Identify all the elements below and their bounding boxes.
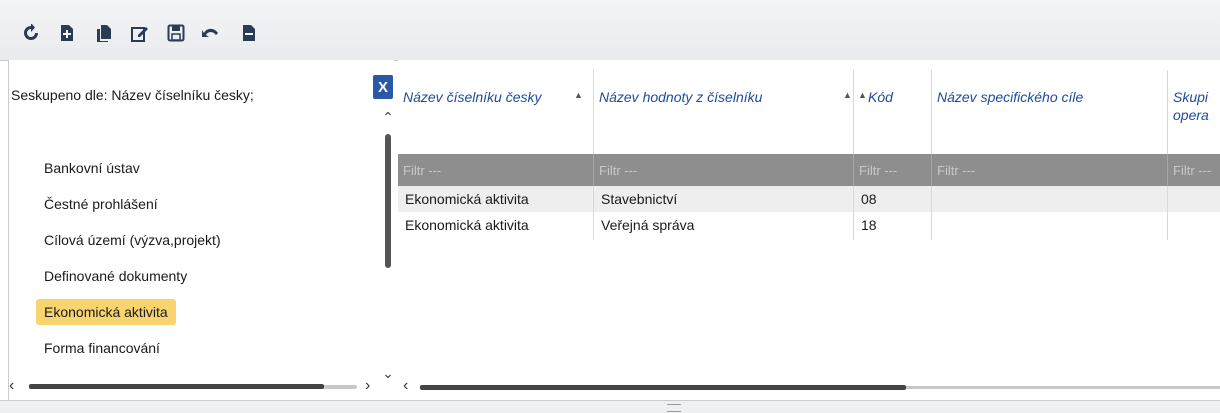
edit-icon[interactable] (130, 22, 150, 44)
horizontal-scrollbar-grid[interactable]: ‹ (398, 376, 1220, 396)
column-filter-input[interactable] (854, 154, 931, 186)
sort-ascending-icon: ▲ (843, 90, 852, 100)
column-filter-input[interactable] (932, 154, 1167, 186)
filter-cell (398, 154, 594, 186)
grouping-panel: Seskupeno dle: Název číselníku česky; X … (8, 60, 394, 400)
grouping-label: Seskupeno dle: Název číselníku česky; (11, 87, 254, 103)
column-filter-input[interactable] (398, 154, 593, 186)
column-header-label: Skupi opera (1173, 89, 1209, 123)
column-filter-input[interactable] (594, 154, 853, 186)
column-header[interactable]: Skupi opera (1168, 70, 1220, 154)
table-cell: Ekonomická aktivita (398, 212, 594, 240)
table-cell (1168, 186, 1220, 212)
chevron-left-icon[interactable]: ‹ (9, 376, 14, 396)
column-header-label: Název hodnoty z číselníku (599, 89, 763, 105)
data-grid: Název číselníku česky ▲ Název hodnoty z čí… (398, 60, 1220, 400)
chevron-right-icon[interactable]: › (365, 376, 370, 396)
table-row[interactable]: Ekonomická aktivita Stavebnictví 08 (398, 186, 1220, 212)
status-bar (0, 400, 1220, 413)
toolbar (0, 0, 1220, 61)
refresh-icon[interactable] (21, 22, 41, 44)
sort-ascending-icon: ▲ (858, 90, 867, 100)
table-cell: 08 (854, 186, 932, 212)
horizontal-scrollbar-left[interactable]: ‹ › (9, 376, 384, 396)
table-cell: Ekonomická aktivita (398, 186, 594, 212)
grid-header: Název číselníku česky ▲ Název hodnoty z čí… (398, 70, 1220, 154)
column-header[interactable]: Kód ▲ (854, 70, 932, 154)
table-cell: 18 (854, 212, 932, 240)
delete-icon[interactable] (239, 22, 259, 44)
filter-cell (854, 154, 932, 186)
chevron-left-icon[interactable]: ‹ (403, 376, 408, 396)
scroll-thumb[interactable] (420, 385, 906, 390)
table-cell (932, 186, 1168, 212)
table-cell: Veřejná správa (594, 212, 854, 240)
list-item[interactable]: Bankovní ústav (36, 155, 148, 181)
list-item[interactable]: Ekonomická aktivita (36, 299, 176, 325)
table-cell (932, 212, 1168, 240)
list-item[interactable]: Čestné prohlášení (36, 191, 166, 217)
chevron-up-icon[interactable]: ⌃ (381, 110, 395, 124)
column-header[interactable]: Název hodnoty z číselníku ▲ (594, 70, 854, 154)
list-item[interactable]: Cílová území (výzva,projekt) (36, 227, 229, 253)
table-row[interactable]: Ekonomická aktivita Veřejná správa 18 (398, 212, 1220, 240)
copy-icon[interactable] (94, 22, 114, 44)
scroll-thumb[interactable] (29, 384, 324, 389)
column-header-label: Název číselníku česky (403, 89, 542, 105)
list-item[interactable]: Definované dokumenty (36, 263, 195, 289)
vertical-scrollbar[interactable]: ⌃ ⌄ (381, 110, 395, 380)
column-filter-input[interactable] (1168, 154, 1220, 186)
remove-grouping-button[interactable]: X (373, 75, 393, 99)
resize-grip-icon[interactable] (667, 404, 681, 412)
column-header-label: Název specifického cíle (937, 89, 1084, 105)
column-header[interactable]: Název specifického cíle (932, 70, 1168, 154)
table-cell: Stavebnictví (594, 186, 854, 212)
filter-cell (594, 154, 854, 186)
filter-row (398, 154, 1220, 186)
column-header-label: Kód (868, 89, 893, 105)
undo-icon[interactable] (201, 22, 221, 44)
save-icon[interactable] (166, 22, 186, 44)
scroll-thumb[interactable] (385, 134, 391, 268)
sort-ascending-icon: ▲ (574, 90, 583, 100)
table-cell (1168, 212, 1220, 240)
filter-cell (1168, 154, 1220, 186)
filter-cell (932, 154, 1168, 186)
list-item[interactable]: Forma financování (36, 335, 168, 361)
column-header[interactable]: Název číselníku česky ▲ (398, 70, 594, 154)
add-icon[interactable] (57, 22, 77, 44)
grouping-list: Bankovní ústav Čestné prohlášení Cílová úz… (36, 155, 376, 371)
